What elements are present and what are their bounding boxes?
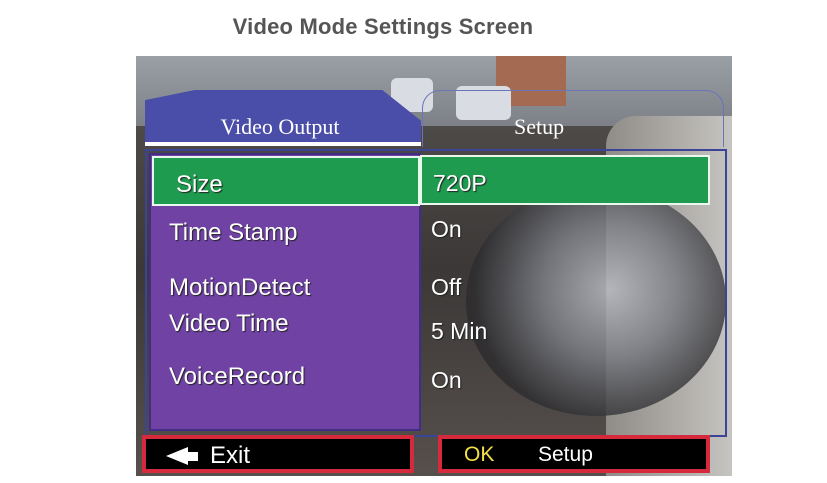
tab-setup[interactable]: [422, 90, 724, 147]
menu-item-size[interactable]: Size: [176, 171, 223, 199]
menu-value-video-time[interactable]: 5 Min: [431, 318, 487, 345]
screen-caption: Video Mode Settings Screen: [232, 14, 534, 39]
menu-value-voice-record[interactable]: On: [431, 367, 462, 394]
menu-item-motion-detect[interactable]: MotionDetect: [169, 274, 310, 302]
menu-value-motion-detect[interactable]: Off: [431, 274, 461, 301]
menu-item-time-stamp[interactable]: Time Stamp: [169, 219, 297, 247]
menu-item-voice-record[interactable]: VoiceRecord: [169, 363, 305, 391]
device-screen: Video Output Setup Size 720P Time Stamp …: [136, 56, 732, 476]
ok-action-label: Setup: [538, 443, 593, 466]
back-arrow-icon-tail: [186, 452, 198, 461]
exit-button[interactable]: Exit: [142, 435, 414, 473]
tab-setup-label: Setup: [514, 114, 565, 139]
ok-key-label: OK: [464, 443, 495, 466]
menu-item-video-time[interactable]: Video Time: [169, 310, 289, 338]
back-arrow-icon: [166, 447, 188, 465]
menu-value-time-stamp[interactable]: On: [431, 216, 462, 243]
tab-active-underline: [145, 142, 421, 146]
ok-setup-button[interactable]: OK Setup: [438, 435, 710, 473]
tab-video-output-label: Video Output: [220, 114, 340, 139]
exit-button-label: Exit: [210, 442, 251, 469]
menu-value-size[interactable]: 720P: [433, 170, 487, 197]
